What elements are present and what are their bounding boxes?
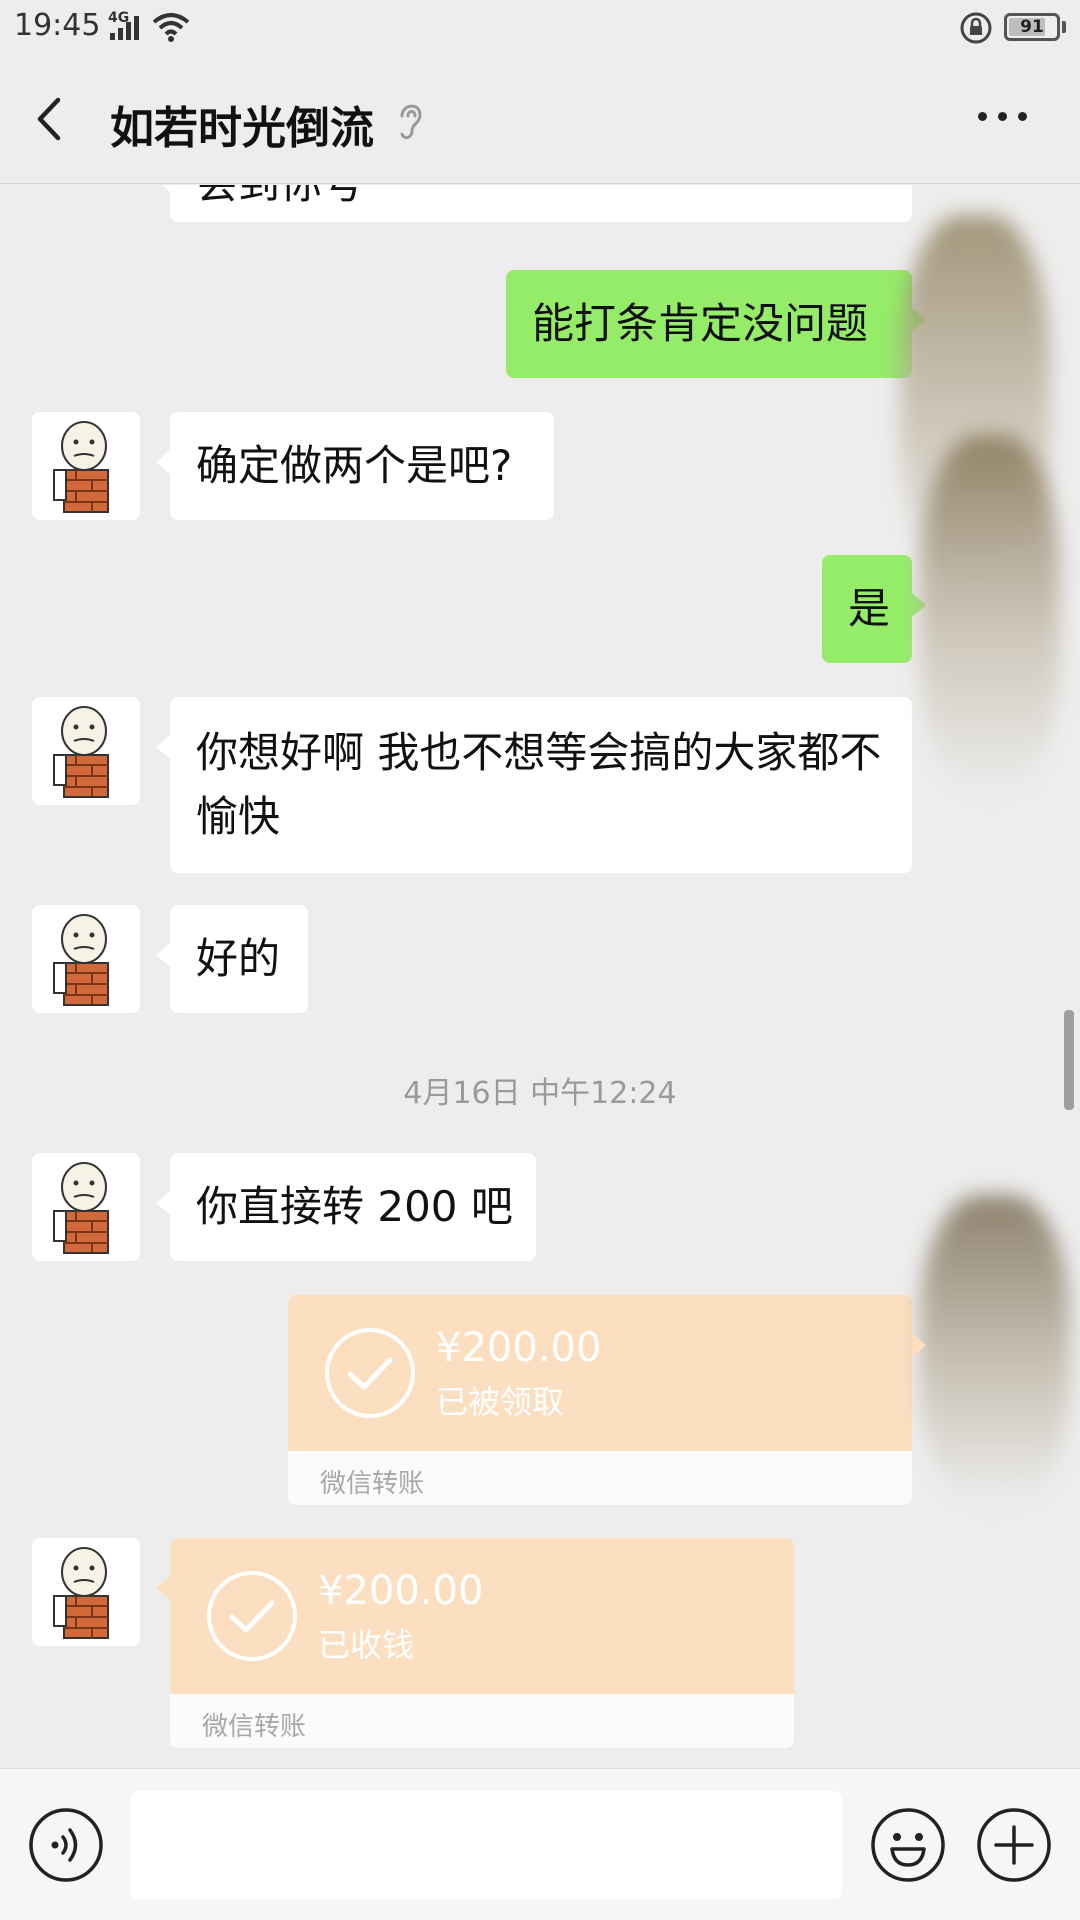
avatar[interactable]	[32, 412, 140, 520]
scrollbar-thumb[interactable]	[1064, 1010, 1074, 1110]
plus-icon[interactable]	[976, 1807, 1052, 1883]
status-time: 19:45	[14, 8, 101, 43]
message-text: 确定做两个是吧?	[196, 441, 513, 490]
transfer-card-outgoing[interactable]: ¥200.00 已被领取 微信转账	[288, 1295, 926, 1505]
chat-timestamp: 4月16日 中午12:24	[403, 1076, 677, 1111]
redaction-smudge	[920, 1195, 1070, 1505]
message-bubble-incoming[interactable]: 好的	[156, 905, 308, 1013]
message-bubble-incoming[interactable]: 确定做两个是吧?	[156, 412, 554, 520]
transfer-label: 微信转账	[202, 1712, 307, 1742]
message-text: 你想好啊 我也不想等会搞的大家都不愉快	[196, 728, 882, 841]
emoji-icon[interactable]	[870, 1807, 946, 1883]
message-bubble-incoming[interactable]: 会到你号	[156, 185, 912, 222]
transfer-card-incoming[interactable]: ¥200.00 已收钱 微信转账	[156, 1538, 794, 1748]
battery-icon: 91	[1004, 13, 1060, 41]
monk-avatar-image	[32, 412, 140, 520]
check-circle-icon	[207, 1571, 297, 1661]
message-bubble-incoming[interactable]: 你直接转 200 吧	[156, 1153, 536, 1261]
transfer-amount: ¥200.00	[318, 1568, 484, 1614]
transfer-card-body: ¥200.00 已被领取	[288, 1295, 912, 1451]
transfer-label: 微信转账	[320, 1469, 425, 1499]
voice-icon[interactable]	[28, 1807, 104, 1883]
message-bubble-outgoing[interactable]: 能打条肯定没问题	[506, 270, 926, 378]
more-icon[interactable]	[978, 108, 1030, 122]
message-text: 是	[848, 584, 891, 633]
monk-avatar-image	[32, 697, 140, 805]
message-text: 会到你号	[196, 185, 364, 208]
avatar[interactable]	[32, 697, 140, 805]
avatar[interactable]	[32, 905, 140, 1013]
message-input[interactable]	[130, 1791, 842, 1899]
redaction-smudge	[920, 435, 1060, 795]
chat-title: 如若时光倒流	[110, 103, 374, 154]
transfer-amount: ¥200.00	[436, 1325, 602, 1371]
battery-level: 91	[1020, 17, 1044, 37]
battery-tip	[1062, 21, 1066, 33]
back-icon[interactable]	[30, 94, 70, 144]
network-label: 4G	[108, 10, 130, 26]
chat-area[interactable]: 会到你号 能打条肯定没问题 确定做两个是吧? 是	[0, 185, 1080, 1768]
message-text: 能打条肯定没问题	[532, 299, 869, 348]
avatar[interactable]	[32, 1538, 140, 1646]
status-bar: 19:45 4G 91	[0, 0, 1080, 54]
message-bubble-outgoing[interactable]: 是	[822, 555, 926, 663]
monk-avatar-image	[32, 905, 140, 1013]
message-bubble-incoming[interactable]: 你想好啊 我也不想等会搞的大家都不愉快	[156, 697, 912, 873]
message-text: 好的	[196, 934, 281, 983]
wifi-icon	[152, 13, 190, 42]
transfer-card-body: ¥200.00 已收钱	[170, 1538, 794, 1694]
monk-avatar-image	[32, 1153, 140, 1261]
transfer-card-footer: 微信转账	[288, 1451, 912, 1505]
transfer-card-footer: 微信转账	[170, 1694, 794, 1748]
message-text: 你直接转 200 吧	[196, 1182, 513, 1231]
avatar[interactable]	[32, 1153, 140, 1261]
input-bar	[0, 1768, 1080, 1920]
transfer-status: 已被领取	[436, 1383, 565, 1421]
ear-icon	[400, 104, 422, 140]
chat-header: 如若时光倒流	[0, 54, 1080, 184]
lock-icon	[960, 12, 992, 44]
transfer-status: 已收钱	[318, 1626, 415, 1664]
monk-avatar-image	[32, 1538, 140, 1646]
check-circle-icon	[325, 1328, 415, 1418]
